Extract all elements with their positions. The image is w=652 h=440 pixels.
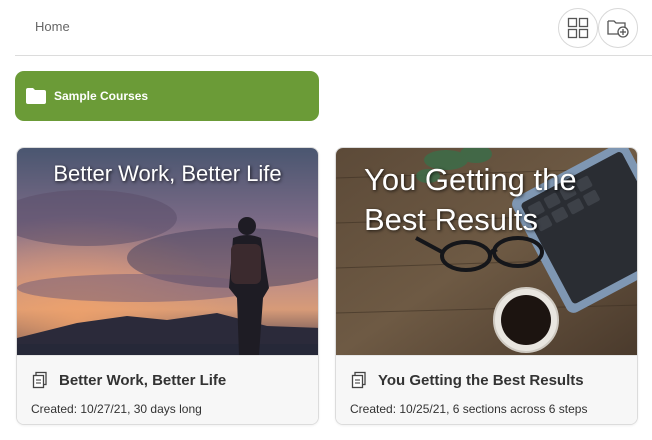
- folder-add-icon: [607, 20, 629, 38]
- course-card-best-results[interactable]: You Getting the Best Results You Getting…: [335, 147, 638, 425]
- grid-view-button[interactable]: [558, 8, 598, 48]
- course-thumbnail: Better Work, Better Life: [17, 148, 318, 355]
- course-meta: Created: 10/27/21, 30 days long: [31, 402, 202, 416]
- course-thumbnail: You Getting the Best Results: [336, 148, 637, 355]
- course-card-better-work[interactable]: Better Work, Better Life Better Work, Be…: [16, 147, 319, 425]
- card-info: Better Work, Better Life Created: 10/27/…: [17, 355, 318, 424]
- folder-icon: [26, 88, 46, 104]
- course-pages-icon: [32, 371, 47, 389]
- course-title[interactable]: You Getting the Best Results: [378, 372, 584, 389]
- course-title[interactable]: Better Work, Better Life: [59, 372, 226, 389]
- thumbnail-title: Better Work, Better Life: [53, 161, 282, 186]
- folder-label: Sample Courses: [54, 89, 149, 103]
- course-meta: Created: 10/25/21, 6 sections across 6 s…: [350, 402, 588, 416]
- new-folder-button[interactable]: [598, 8, 638, 48]
- course-pages-icon: [351, 371, 366, 389]
- folder-sample-courses[interactable]: Sample Courses: [15, 71, 319, 121]
- thumbnail-title: You Getting the Best Results: [364, 162, 577, 237]
- card-info: You Getting the Best Results Created: 10…: [336, 355, 637, 424]
- top-bar: Home: [15, 0, 652, 56]
- breadcrumb-home[interactable]: Home: [35, 19, 70, 34]
- grid-icon: [567, 17, 589, 39]
